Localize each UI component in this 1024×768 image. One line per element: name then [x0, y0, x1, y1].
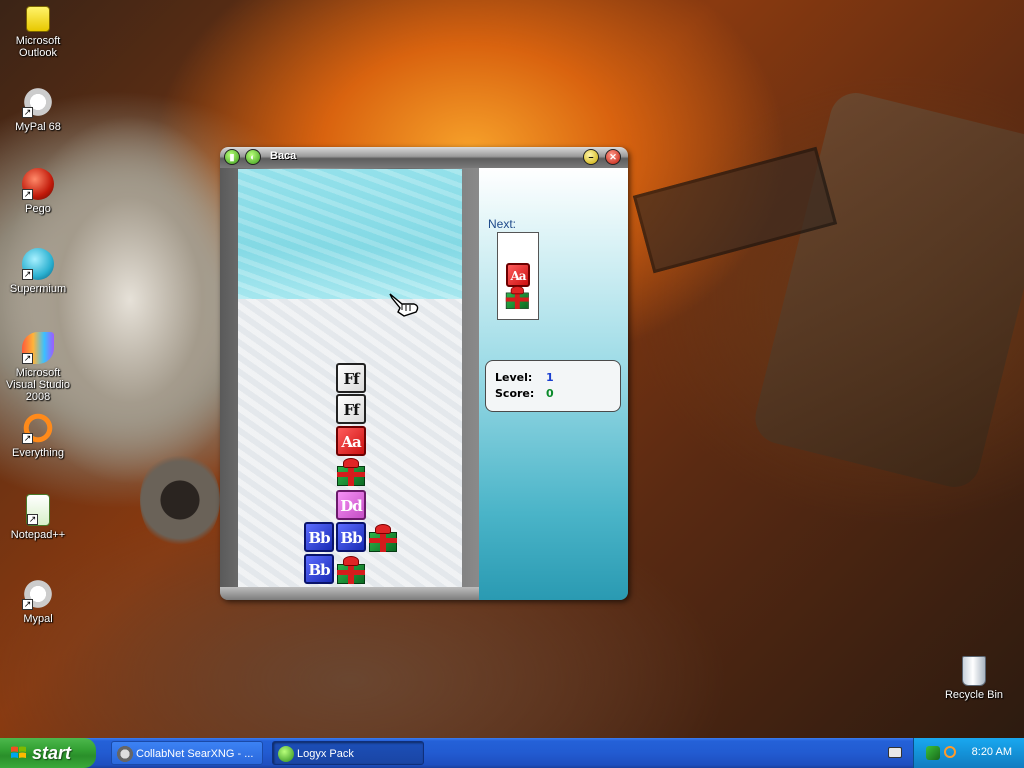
start-label: start	[32, 743, 72, 763]
taskbar-item-label: CollabNet SearXNG - ...	[136, 748, 254, 760]
desktop-icon-label: Everything	[12, 447, 64, 459]
desktop-icon-pego[interactable]: ↗ Pego	[0, 168, 76, 215]
hand-cursor-icon	[389, 293, 419, 317]
pego-icon: ↗	[22, 168, 54, 200]
minimize-button[interactable]: –	[583, 149, 599, 165]
options-icon[interactable]: ◐	[245, 149, 261, 165]
tray-app-icon[interactable]	[926, 746, 940, 760]
score-value: 0	[546, 387, 554, 400]
desktop-icon-label: Notepad++	[10, 529, 66, 541]
everything-icon: ↗	[22, 412, 54, 444]
wallpaper-grille	[140, 450, 220, 550]
game-window: ▮ ◐ Baca – ✕ Ff Ff Aa Dd Bb Bb Bb Next: …	[220, 147, 628, 600]
desktop-icon-mypal-68[interactable]: ↗ MyPal 68	[0, 86, 76, 133]
wallpaper-plate	[749, 87, 1024, 493]
desktop-icon-label: Microsoft Outlook	[15, 35, 61, 59]
recycle-bin-icon	[962, 656, 986, 686]
gift-block-icon	[336, 556, 366, 584]
taskbar-item-logyx-pack[interactable]: Logyx Pack	[272, 741, 424, 765]
score-label: Score:	[495, 387, 535, 400]
desktop-icon-label: Mypal	[23, 613, 53, 625]
stats-panel: Level: 1 Score: 0	[485, 360, 621, 412]
menu-icon[interactable]: ▮	[224, 149, 240, 165]
desktop-icon-supermium[interactable]: ↗ Supermium	[0, 248, 76, 295]
logyx-pack-icon	[278, 746, 294, 762]
desktop-icon-label: Microsoft Visual Studio 2008	[5, 367, 70, 403]
next-preview: Aa	[497, 232, 539, 320]
gift-block-icon	[368, 524, 398, 552]
next-letter-block: Aa	[506, 263, 530, 287]
desktop-icon-visual-studio[interactable]: ↗ Microsoft Visual Studio 2008	[0, 332, 76, 403]
level-label: Level:	[495, 371, 533, 384]
desktop-icon-recycle-bin[interactable]: Recycle Bin	[936, 656, 1012, 701]
start-button[interactable]: start	[0, 738, 96, 768]
clock: 8:20 AM	[971, 746, 1012, 758]
mypal-icon: ↗	[22, 578, 54, 610]
gift-block-icon	[336, 458, 366, 486]
desktop-icon-everything[interactable]: ↗ Everything	[0, 412, 76, 459]
wallpaper-sign	[632, 146, 838, 274]
keyboard-layout-icon[interactable]	[888, 747, 902, 758]
shortcut-arrow-icon: ↗	[22, 107, 33, 118]
desktop-icon-label: Supermium	[9, 283, 67, 295]
letter-block: Bb	[304, 522, 334, 552]
desktop-icon-label: MyPal 68	[15, 121, 61, 133]
letter-block: Ff	[336, 363, 366, 393]
playfield-bottom-bar	[220, 587, 479, 600]
supermium-icon: ↗	[22, 248, 54, 280]
level-row: Level: 1	[495, 371, 615, 385]
system-tray: 8:20 AM	[913, 738, 1024, 768]
shortcut-arrow-icon: ↗	[22, 269, 33, 280]
playfield-frame: Ff Ff Aa Dd Bb Bb Bb	[220, 168, 479, 600]
next-gift-block-icon	[505, 286, 530, 309]
window-title: Baca	[270, 150, 297, 162]
tray-search-icon[interactable]	[944, 746, 956, 758]
letter-block: Bb	[336, 522, 366, 552]
desktop-icon-label: Recycle Bin	[944, 689, 1004, 701]
searxng-icon	[117, 746, 133, 762]
taskbar: start CollabNet SearXNG - ... Logyx Pack…	[0, 738, 1024, 768]
notepad-plus-plus-icon: ↗	[26, 494, 50, 526]
shortcut-arrow-icon: ↗	[22, 433, 33, 444]
windows-logo-icon	[11, 746, 26, 758]
water-zone	[238, 169, 462, 299]
shortcut-arrow-icon: ↗	[22, 599, 33, 610]
letter-block: Dd	[336, 490, 366, 520]
letter-block: Ff	[336, 394, 366, 424]
shortcut-arrow-icon: ↗	[22, 189, 33, 200]
letter-block: Aa	[336, 426, 366, 456]
desktop-icon-label: Pego	[25, 203, 51, 215]
desktop-icon-outlook[interactable]: Microsoft Outlook	[0, 6, 76, 59]
desktop-icon-mypal[interactable]: ↗ Mypal	[0, 578, 76, 625]
desktop-icon-notepad-plus-plus[interactable]: ↗ Notepad++	[0, 494, 76, 541]
score-row: Score: 0	[495, 387, 615, 401]
mypal-icon: ↗	[22, 86, 54, 118]
taskbar-item-searxng[interactable]: CollabNet SearXNG - ...	[111, 741, 263, 765]
next-label: Next:	[488, 217, 517, 231]
visual-studio-icon: ↗	[22, 332, 54, 364]
shortcut-arrow-icon: ↗	[22, 353, 33, 364]
level-value: 1	[546, 371, 554, 384]
window-titlebar[interactable]: ▮ ◐ Baca – ✕	[220, 147, 628, 168]
playfield[interactable]: Ff Ff Aa Dd Bb Bb Bb	[238, 169, 462, 587]
side-panel: Next: Aa Level: 1 Score: 0	[479, 168, 628, 600]
outlook-icon	[26, 6, 50, 32]
letter-block: Bb	[304, 554, 334, 584]
shortcut-arrow-icon: ↗	[27, 514, 38, 525]
taskbar-item-label: Logyx Pack	[297, 748, 354, 760]
close-button[interactable]: ✕	[605, 149, 621, 165]
